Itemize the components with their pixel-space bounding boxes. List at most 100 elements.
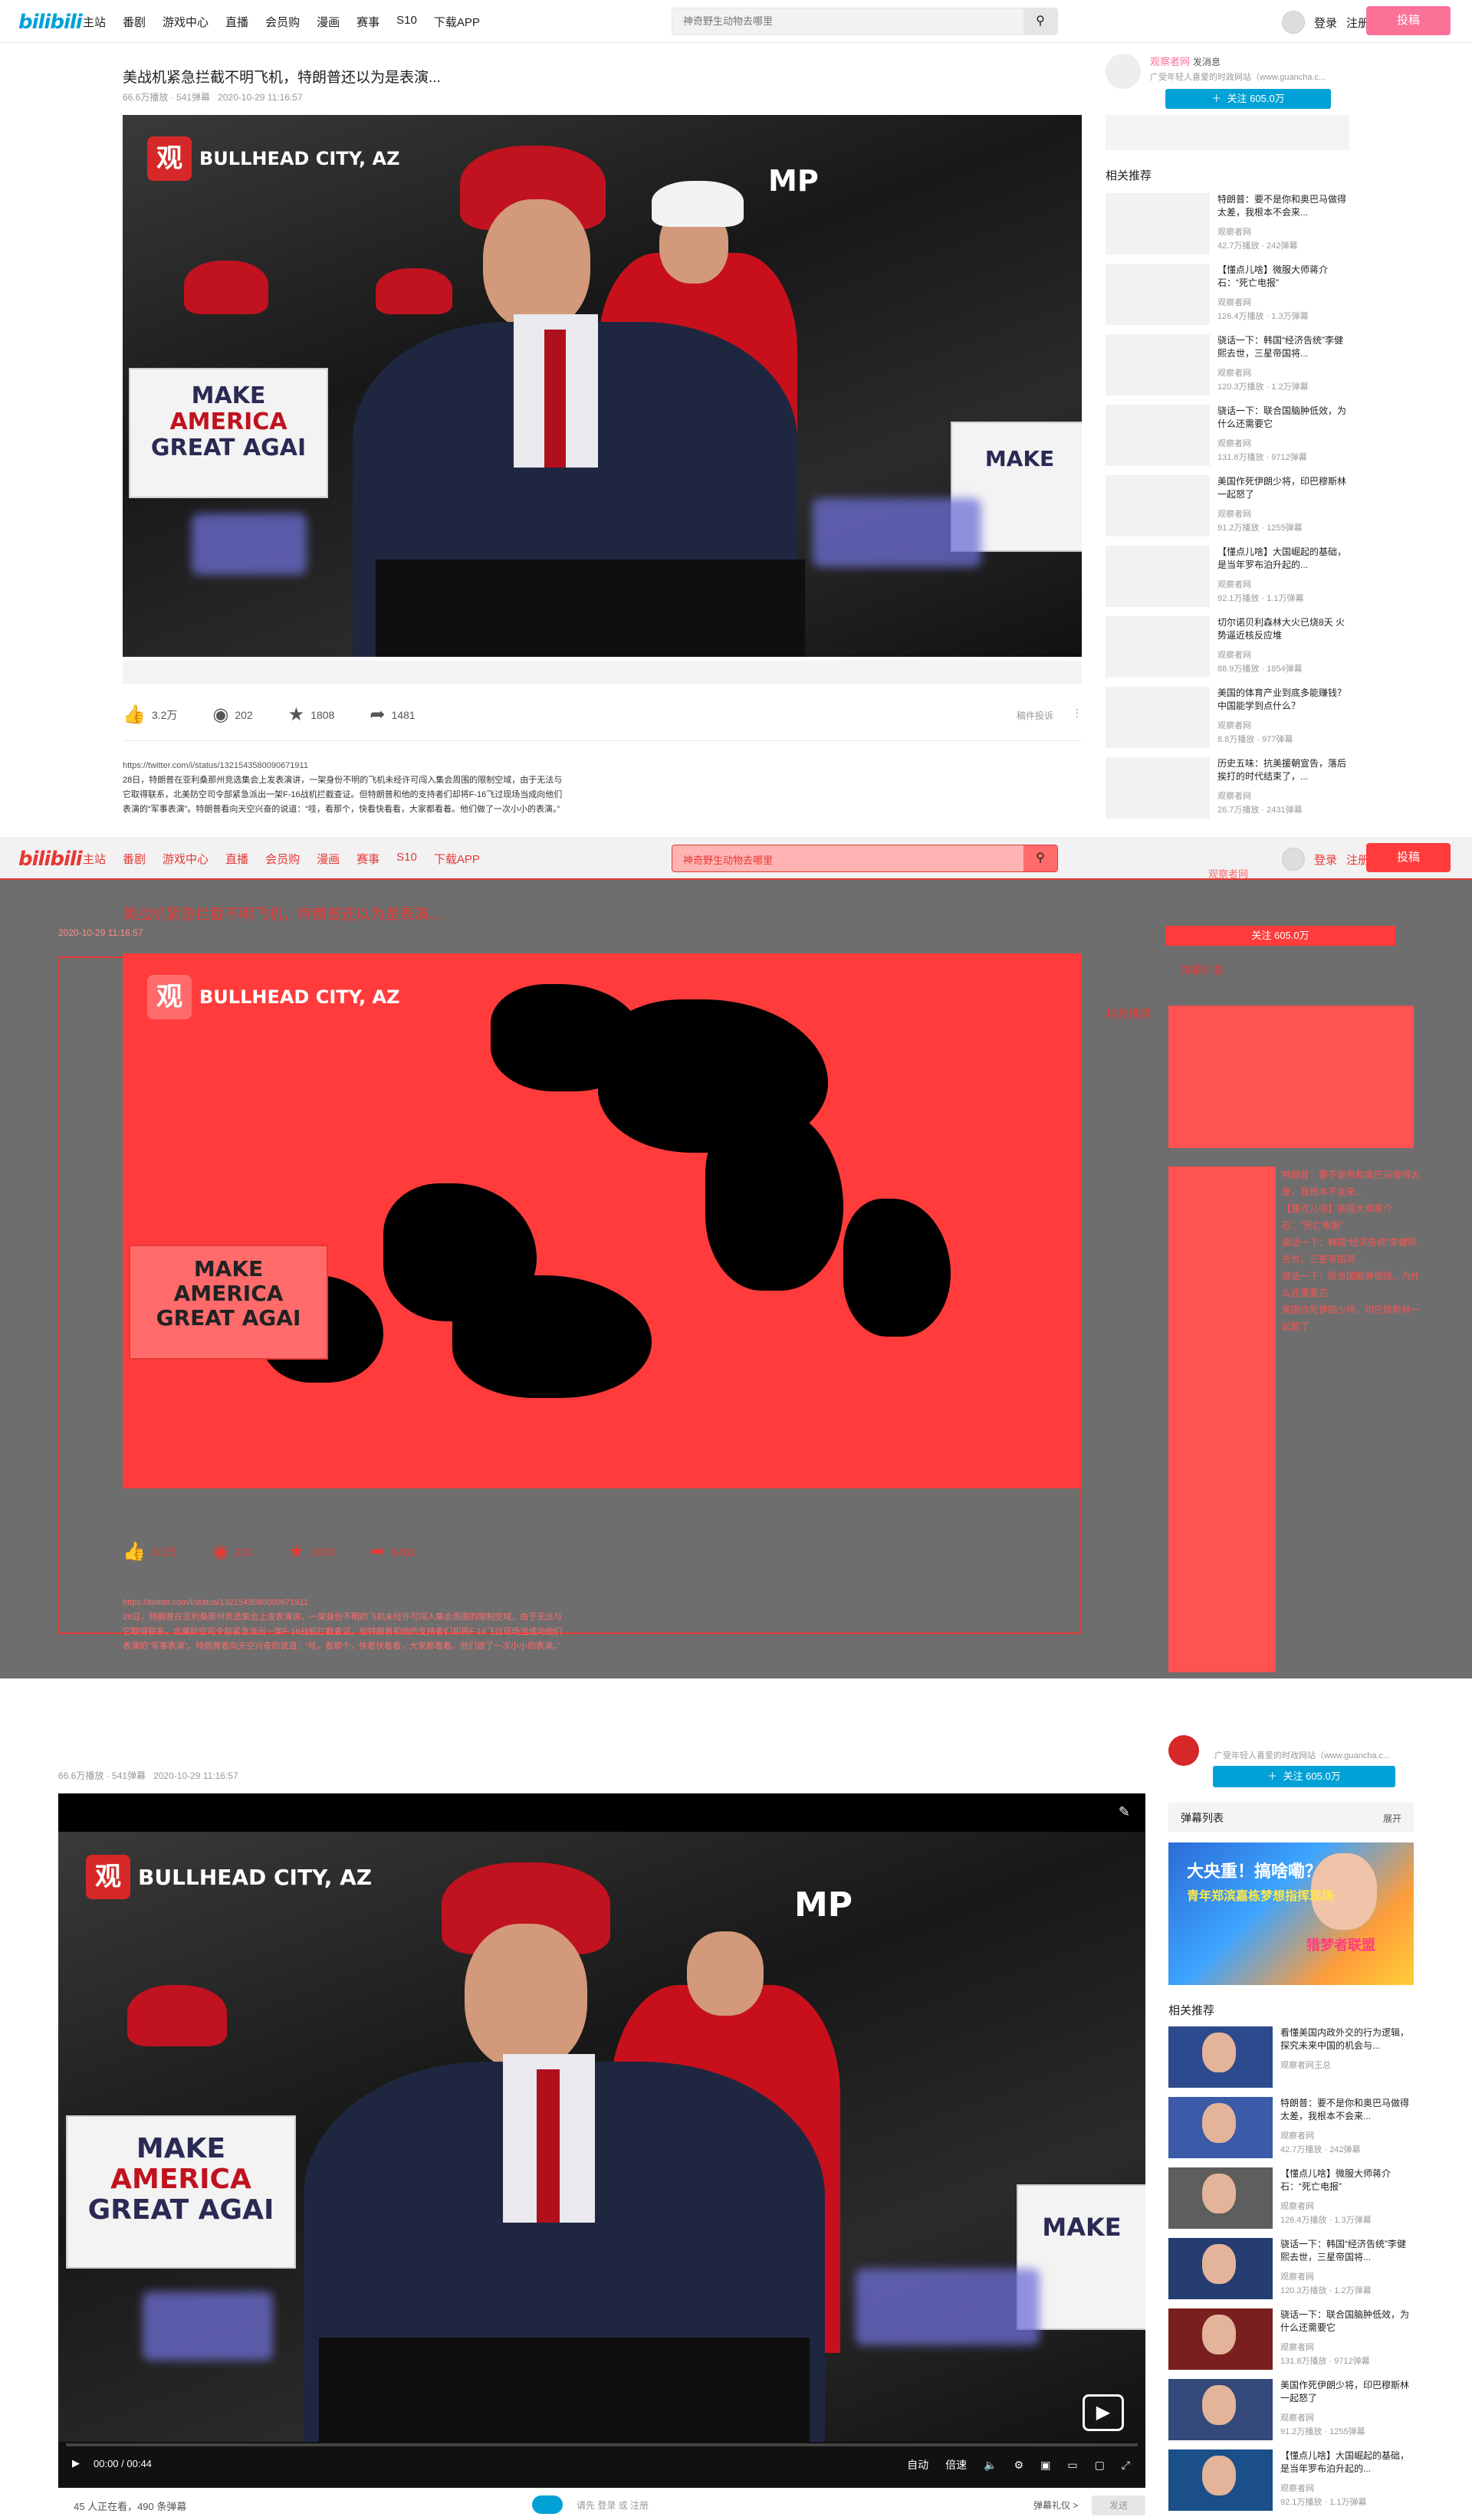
rec-title[interactable]: 美国作死伊朗少将，印巴穆斯林一起怒了: [1280, 2379, 1414, 2405]
list-item[interactable]: 美国的体育产业到底多能赚钱？中国能学到点什么？ 观察者网 8.8万播放 · 977弹…: [1106, 687, 1351, 757]
video-thumbnail[interactable]: [1168, 2026, 1273, 2088]
search-icon[interactable]: ⚲: [1024, 8, 1057, 34]
more-icon[interactable]: ⋮: [1072, 707, 1083, 720]
video-thumbnail[interactable]: [1106, 546, 1210, 607]
list-item[interactable]: 骁话一下：联合国脑肿低效，为什么还需要它 观察者网 131.8万播放 · 9712弹…: [1106, 405, 1351, 475]
avatar[interactable]: [1282, 11, 1305, 34]
rec-author[interactable]: 观察者网: [1280, 2482, 1314, 2494]
uploader-avatar[interactable]: [1106, 54, 1141, 89]
login-link[interactable]: 登录: [1314, 15, 1337, 31]
like-button[interactable]: 👍 3.2万: [123, 704, 177, 726]
rec-title[interactable]: 特朗普：要不是你和奥巴马做得太差，我根本不会来...: [1217, 193, 1351, 219]
rec-author[interactable]: 观察者网王总: [1280, 2059, 1331, 2071]
rec-title[interactable]: 【懂点儿啥】大国崛起的基础，是当年罗布泊升起的...: [1280, 2449, 1414, 2476]
share-button[interactable]: ➦ 1481: [370, 704, 415, 726]
rec-author[interactable]: 观察者网: [1280, 2129, 1314, 2141]
rec-author[interactable]: 观察者网: [1217, 507, 1251, 520]
follow-button[interactable]: ＋ 关注 605.0万: [1165, 89, 1331, 109]
rec-title[interactable]: 骁话一下：韩国“经济告统”李健熙去世，三星帝国将...: [1280, 2238, 1414, 2264]
rec-title[interactable]: 历史五味：抗美援朝宣告，落后挨打的时代结束了，...: [1217, 757, 1351, 783]
rec-title[interactable]: 切尔诺贝利森林大火已烧8天 火势逼近核反应堆: [1217, 616, 1351, 642]
play-icon[interactable]: ▶: [72, 2457, 80, 2469]
nav-item-manga[interactable]: 漫画: [317, 14, 340, 30]
report-link[interactable]: 稿件投诉: [1017, 709, 1053, 722]
rec-title[interactable]: 看懂美国内政外交的行为逻辑，探究未来中国的机会与...: [1280, 2026, 1414, 2052]
video-thumbnail[interactable]: [1168, 2379, 1273, 2440]
ad-banner[interactable]: 大央重！搞啥嘞？ 青年郑滨嘉栋梦想指挥现场 猎梦者联盟: [1168, 1842, 1414, 1985]
video-player[interactable]: MAKE AMERICA GREAT AGAI MAKE 观 BULLHEAD …: [123, 115, 1082, 657]
nav-item-download-app[interactable]: 下载APP: [434, 14, 480, 30]
rec-author[interactable]: 观察者网: [1280, 2200, 1314, 2212]
list-item[interactable]: 【懂点儿啥】微服大师蒋介石：“死亡电报” 观察者网 126.4万播放 · 1.3万弹…: [1106, 264, 1351, 334]
rec-title[interactable]: 骁话一下：联合国脑肿低效，为什么还需要它: [1217, 405, 1351, 431]
coin-button[interactable]: ◉ 202: [212, 704, 252, 726]
rec-author[interactable]: 观察者网: [1217, 648, 1251, 661]
nav-item-esports[interactable]: 赛事: [356, 14, 380, 30]
nav-item-anime[interactable]: 番剧: [123, 14, 146, 30]
video-thumbnail[interactable]: [1168, 2238, 1273, 2299]
progress-bar[interactable]: [66, 2443, 1138, 2446]
video-thumbnail[interactable]: [1168, 2167, 1273, 2229]
list-item[interactable]: 骁话一下：联合国脑肿低效，为什么还需要它 观察者网 131.8万播放 · 9712弹…: [1168, 2308, 1414, 2379]
rec-title[interactable]: 美国的体育产业到底多能赚钱？中国能学到点什么？: [1217, 687, 1351, 713]
list-item[interactable]: 骁话一下：韩国“经济告统”李健熙去世，三星帝国将... 观察者网 120.3万播放 …: [1168, 2238, 1414, 2308]
rec-title[interactable]: 骁话一下：联合国脑肿低效，为什么还需要它: [1280, 2308, 1414, 2335]
nav-item-shop[interactable]: 会员购: [265, 14, 300, 30]
settings-icon[interactable]: ⚙: [1014, 2459, 1024, 2472]
webfullscreen-icon[interactable]: ▢: [1095, 2459, 1105, 2472]
list-item[interactable]: 特朗普：要不是你和奥巴马做得太差，我根本不会来... 观察者网 42.7万播放 · …: [1168, 2097, 1414, 2167]
video-thumbnail[interactable]: [1106, 616, 1210, 678]
message-button[interactable]: 发消息: [1193, 55, 1221, 68]
rec-author[interactable]: 观察者网: [1217, 225, 1251, 238]
rec-author[interactable]: 观察者网: [1217, 296, 1251, 308]
upload-button[interactable]: 投稿: [1366, 6, 1451, 35]
favorite-button[interactable]: ★ 1808: [288, 704, 335, 726]
rec-title[interactable]: 骁话一下：韩国“经济告统”李健熙去世，三星帝国将...: [1217, 334, 1351, 360]
list-item[interactable]: 【懂点儿啥】大国崛起的基础，是当年罗布泊升起的... 观察者网 92.1万播放 · …: [1168, 2449, 1414, 2520]
list-item[interactable]: 【懂点儿啥】微服大师蒋介石：“死亡电报” 观察者网 126.4万播放 · 1.3万弹…: [1168, 2167, 1414, 2238]
etiquette-link[interactable]: 弹幕礼仪 >: [1033, 2499, 1078, 2512]
description-link[interactable]: https://twitter.com/i/status/13215435800…: [123, 759, 567, 773]
follow-button[interactable]: ＋ 关注 605.0万: [1213, 1766, 1395, 1787]
list-item[interactable]: 历史五味：抗美援朝宣告，落后挨打的时代结束了，... 观察者网 26.7万播放 · …: [1106, 757, 1351, 828]
rec-author[interactable]: 观察者网: [1280, 2341, 1314, 2353]
video-player[interactable]: MAKE AMERICA GREAT AGAI MAKE 观 BULLHEAD …: [58, 1793, 1145, 2442]
rec-author[interactable]: 观察者网: [1217, 578, 1251, 590]
rec-author[interactable]: 观察者网: [1217, 366, 1251, 379]
pip-icon[interactable]: ▣: [1040, 2459, 1050, 2472]
rec-author[interactable]: 观察者网: [1217, 719, 1251, 731]
widescreen-icon[interactable]: ▭: [1067, 2459, 1077, 2472]
rec-author[interactable]: 观察者网: [1217, 789, 1251, 802]
video-thumbnail[interactable]: [1106, 687, 1210, 748]
speed-button[interactable]: 倍速: [945, 2457, 967, 2472]
volume-icon[interactable]: 🔈: [984, 2459, 997, 2472]
danmaku-toggle[interactable]: [532, 2495, 563, 2514]
video-thumbnail[interactable]: [1106, 475, 1210, 536]
list-item[interactable]: 美国作死伊朗少将，印巴穆斯林一起怒了 观察者网 91.2万播放 · 1255弹幕: [1168, 2379, 1414, 2449]
rec-title[interactable]: 美国作死伊朗少将，印巴穆斯林一起怒了: [1217, 475, 1351, 501]
rec-author[interactable]: 观察者网: [1280, 2270, 1314, 2282]
video-thumbnail[interactable]: [1106, 405, 1210, 466]
video-thumbnail[interactable]: [1106, 757, 1210, 819]
rec-title[interactable]: 【懂点儿啥】微服大师蒋介石：“死亡电报”: [1280, 2167, 1414, 2194]
nav-item-live[interactable]: 直播: [225, 14, 248, 30]
danmaku-list-header[interactable]: 弹幕列表 展开: [1168, 1803, 1414, 1832]
uploader-avatar[interactable]: [1168, 1735, 1199, 1766]
video-thumbnail[interactable]: [1106, 334, 1210, 395]
nav-item-game[interactable]: 游戏中心: [163, 14, 209, 30]
video-thumbnail[interactable]: [1106, 264, 1210, 325]
rec-title[interactable]: 【懂点儿啥】大国崛起的基础，是当年罗布泊升起的...: [1217, 546, 1351, 572]
video-thumbnail[interactable]: [1168, 2308, 1273, 2370]
list-item[interactable]: 骁话一下：韩国“经济告统”李健熙去世，三星帝国将... 观察者网 120.3万播放 …: [1106, 334, 1351, 405]
video-thumbnail[interactable]: [1168, 2097, 1273, 2158]
fullscreen-icon[interactable]: ⤢: [1122, 2459, 1130, 2472]
send-button[interactable]: 发送: [1092, 2495, 1145, 2515]
list-item[interactable]: 特朗普：要不是你和奥巴马做得太差，我根本不会来... 观察者网 42.7万播放 · …: [1106, 193, 1351, 264]
video-thumbnail[interactable]: [1106, 193, 1210, 254]
search-input[interactable]: [683, 15, 1005, 27]
rec-title[interactable]: 【懂点儿啥】微服大师蒋介石：“死亡电报”: [1217, 264, 1351, 290]
expand-button[interactable]: 展开: [1383, 1812, 1401, 1825]
video-thumbnail[interactable]: [1168, 2449, 1273, 2511]
feedback-icon[interactable]: ✎: [1119, 1804, 1130, 1820]
nav-item-s10[interactable]: S10: [396, 14, 417, 30]
